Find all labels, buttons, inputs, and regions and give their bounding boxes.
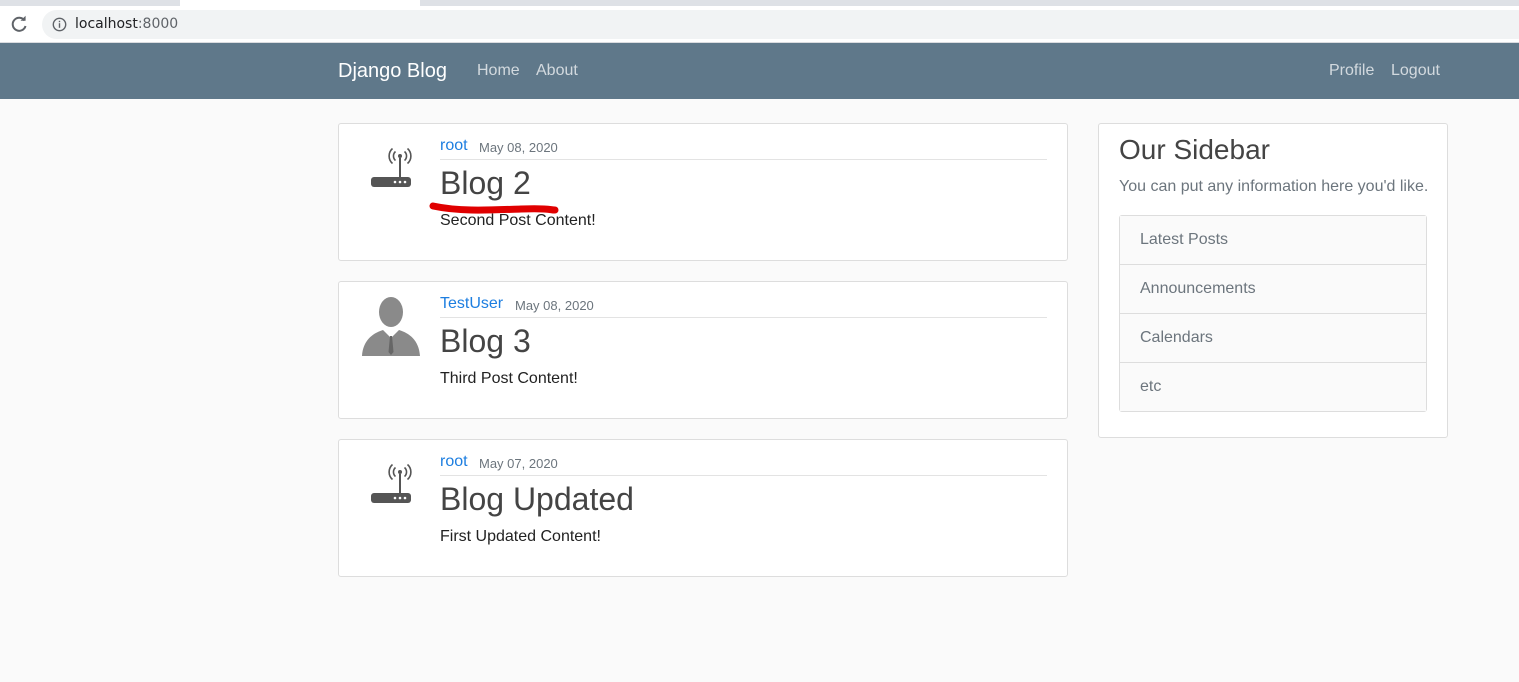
sidebar-title: Our Sidebar xyxy=(1119,134,1270,165)
address-bar[interactable]: localhost:8000 xyxy=(42,10,1519,39)
sidebar: Our Sidebar You can put any information … xyxy=(1098,123,1448,438)
nav-link-about[interactable]: About xyxy=(536,62,578,80)
navbar-brand[interactable]: Django Blog xyxy=(338,60,447,83)
post-meta: TestUser May 08, 2020 xyxy=(440,294,1047,318)
site-navbar: Django Blog Home About Profile Logout xyxy=(0,43,1519,99)
router-icon xyxy=(371,147,412,187)
user-silhouette-icon xyxy=(362,297,420,356)
router-icon xyxy=(371,463,412,503)
nav-link-logout[interactable]: Logout xyxy=(1391,62,1440,80)
post-meta: root May 07, 2020 xyxy=(440,452,1047,476)
post-author-link[interactable]: TestUser xyxy=(440,295,503,313)
nav-link-profile[interactable]: Profile xyxy=(1329,62,1374,80)
nav-link-home[interactable]: Home xyxy=(477,62,520,80)
post-title[interactable]: Blog 2 xyxy=(440,165,531,202)
url-host: localhost xyxy=(75,16,138,32)
url-text: localhost:8000 xyxy=(75,16,178,32)
sidebar-item-announcements[interactable]: Announcements xyxy=(1120,265,1426,314)
post-date: May 08, 2020 xyxy=(515,298,594,313)
post-card: TestUser May 08, 2020 Blog 3 Third Post … xyxy=(338,281,1068,419)
post-date: May 07, 2020 xyxy=(479,456,558,471)
post-title[interactable]: Blog 3 xyxy=(440,323,531,360)
post-title[interactable]: Blog Updated xyxy=(440,481,634,518)
red-underline-annotation xyxy=(429,202,559,214)
info-icon[interactable] xyxy=(52,17,67,32)
browser-toolbar: localhost:8000 xyxy=(0,6,1519,43)
reload-icon[interactable] xyxy=(9,14,29,34)
sidebar-item-etc[interactable]: etc xyxy=(1120,363,1426,411)
url-port: :8000 xyxy=(137,16,179,32)
post-date: May 08, 2020 xyxy=(479,140,558,155)
post-card: root May 08, 2020 Blog 2 Second Post Con… xyxy=(338,123,1068,261)
sidebar-lead: You can put any information here you'd l… xyxy=(1119,178,1429,195)
post-card: root May 07, 2020 Blog Updated First Upd… xyxy=(338,439,1068,577)
post-content: First Updated Content! xyxy=(440,528,601,545)
sidebar-list: Latest Posts Announcements Calendars etc xyxy=(1119,215,1427,412)
sidebar-item-calendars[interactable]: Calendars xyxy=(1120,314,1426,363)
post-content: Third Post Content! xyxy=(440,370,578,387)
post-meta: root May 08, 2020 xyxy=(440,136,1047,160)
sidebar-item-latest-posts[interactable]: Latest Posts xyxy=(1120,216,1426,265)
post-author-link[interactable]: root xyxy=(440,453,468,471)
post-author-link[interactable]: root xyxy=(440,137,468,155)
